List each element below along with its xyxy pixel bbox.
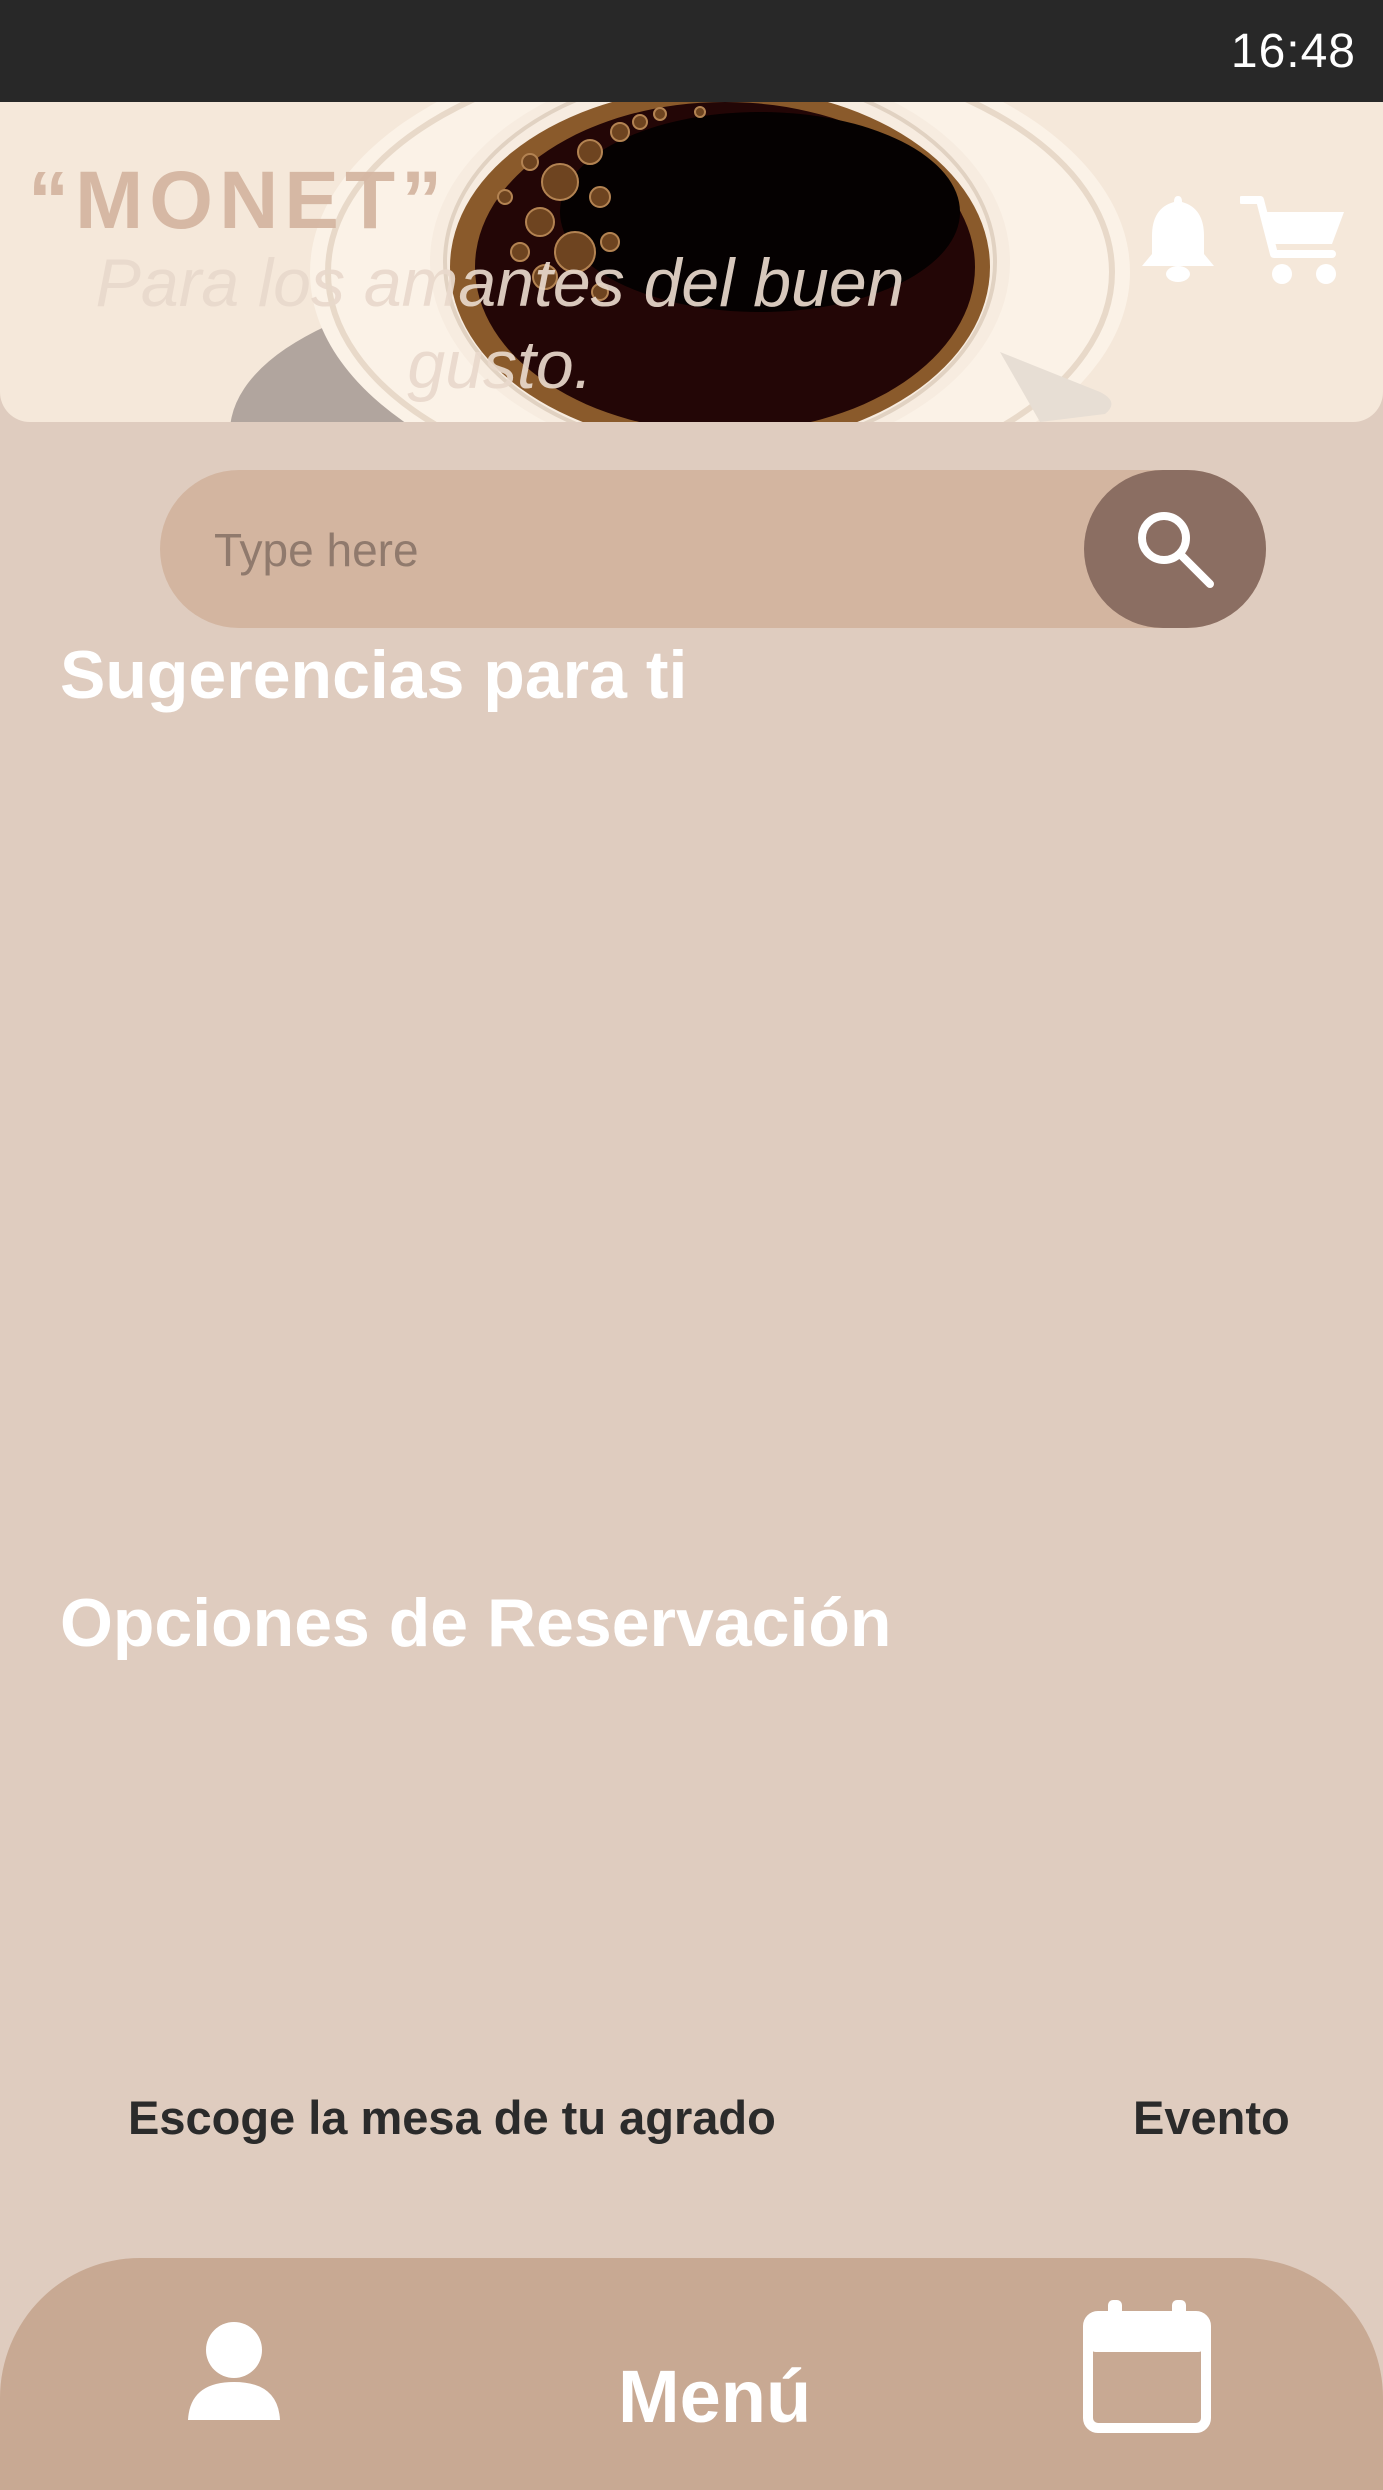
bell-icon xyxy=(1142,196,1214,282)
search-button[interactable] xyxy=(1084,470,1266,628)
calendar-icon xyxy=(1083,2300,1211,2433)
search-input[interactable] xyxy=(212,514,1016,586)
suggestions-title: Sugerencias para ti xyxy=(60,637,688,713)
notifications-button[interactable] xyxy=(1138,192,1218,282)
reservation-option-event[interactable]: Evento xyxy=(1133,2090,1290,2145)
header-banner: “MONET” Para los amantes del buen gusto. xyxy=(0,102,1383,422)
brand-name: “MONET” xyxy=(28,155,449,246)
search-bar xyxy=(160,470,1266,628)
reservation-option-table[interactable]: Escoge la mesa de tu agrado xyxy=(128,2090,776,2145)
menu-button[interactable]: Menú xyxy=(618,2354,811,2439)
cart-icon xyxy=(1238,196,1344,284)
status-bar: 16:48 xyxy=(0,0,1383,102)
status-time: 16:48 xyxy=(1230,25,1356,78)
reservations-title: Opciones de Reservación xyxy=(60,1585,892,1661)
bottom-nav: Menú xyxy=(0,2258,1383,2490)
brand-tagline: Para los amantes del buen gusto. xyxy=(95,245,905,403)
user-icon xyxy=(188,2322,280,2420)
profile-button[interactable] xyxy=(186,2320,282,2430)
search-icon xyxy=(1138,512,1214,588)
calendar-button[interactable] xyxy=(1082,2300,1212,2434)
cart-button[interactable] xyxy=(1238,194,1346,290)
